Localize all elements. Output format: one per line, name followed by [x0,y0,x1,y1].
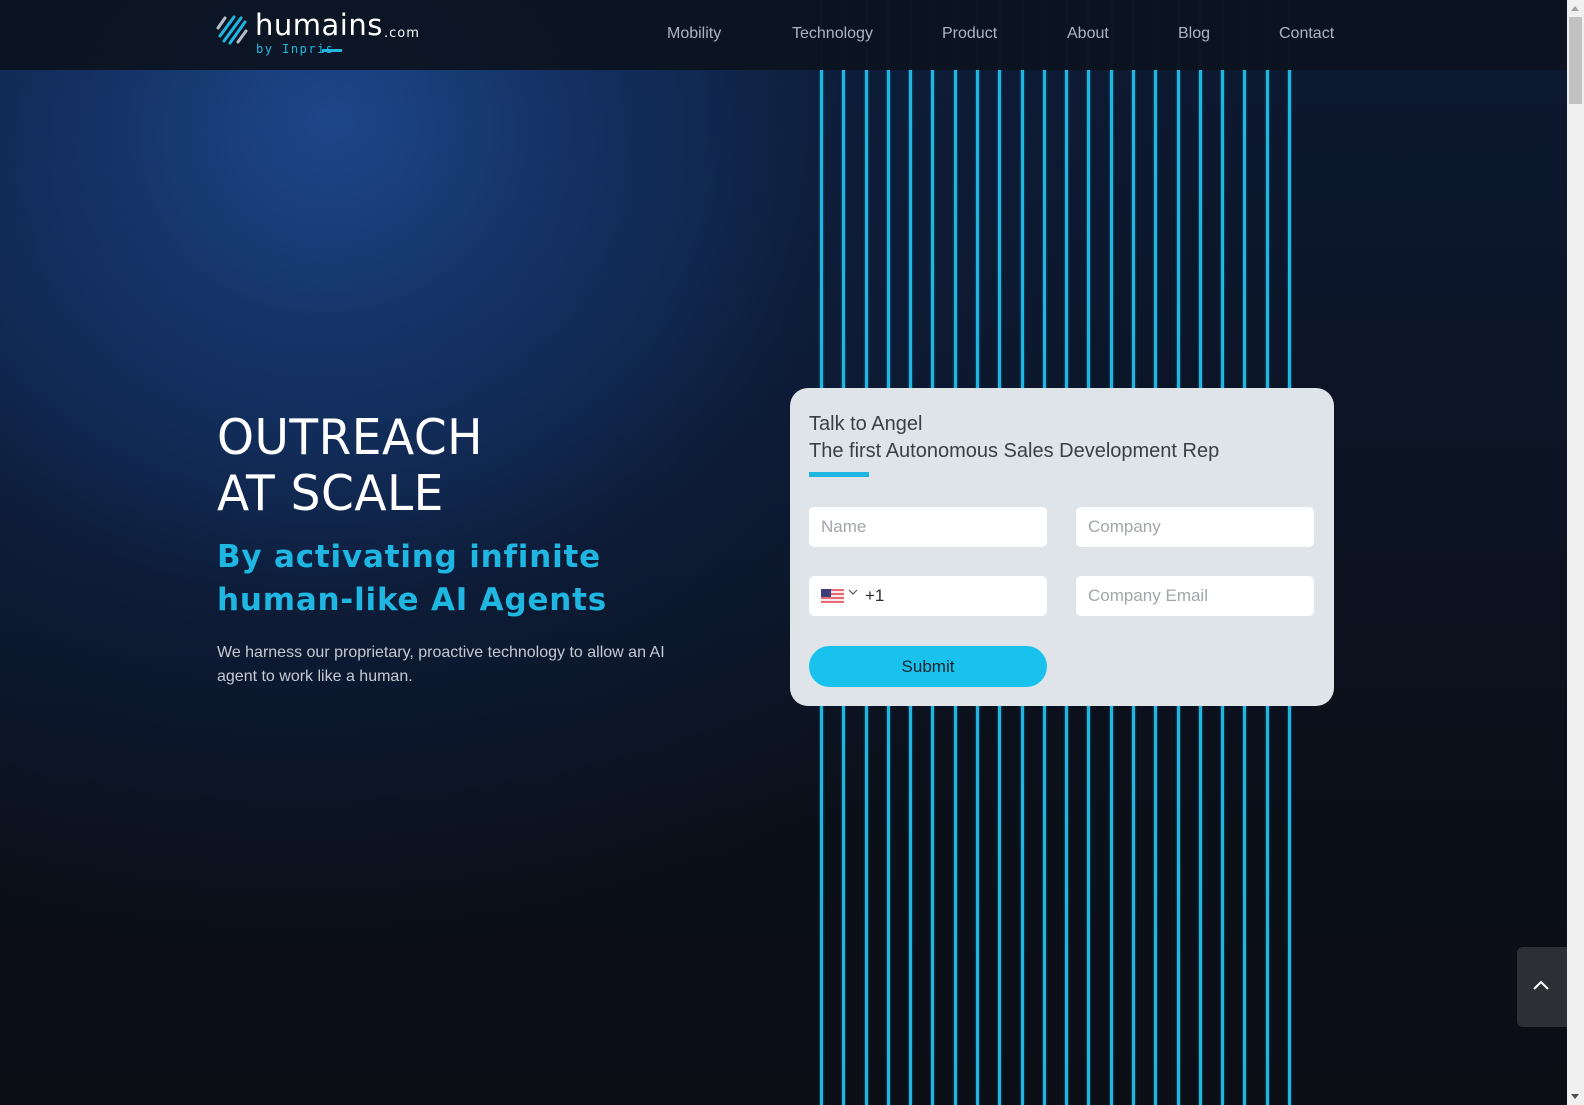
hero-description: We harness our proprietary, proactive te… [217,644,665,685]
page-scrollbar[interactable] [1567,0,1584,1105]
phone-country-code: +1 [865,586,885,605]
hero-title-line-2: AT SCALE [217,465,444,522]
scroll-down-arrow-icon[interactable] [1571,1094,1579,1099]
hero-subtitle: By activating infinite human-like AI Age… [217,536,607,622]
nav-contact[interactable]: Contact [1279,25,1334,43]
scroll-up-arrow-icon[interactable] [1571,6,1579,11]
nav-product[interactable]: Product [942,25,997,43]
hero-subtitle-line-1: By activating infinite [217,539,601,575]
company-input[interactable] [1076,507,1314,547]
phone-input[interactable]: +1 [809,576,1047,616]
form-title: Talk to Angel [809,413,923,435]
form-subtitle: The first Autonomous Sales Development R… [809,440,1220,462]
form-accent-bar [809,472,869,477]
hero-title: OUTREACH AT SCALE [217,410,483,522]
scrollbar-thumb[interactable] [1569,17,1582,104]
nav-technology[interactable]: Technology [792,25,873,43]
name-input[interactable] [809,507,1047,547]
page: humains .com by Inpris Mobility Technolo… [0,0,1567,1105]
contact-form-card: Talk to Angel The first Autonomous Sales… [790,388,1334,706]
scroll-to-top-button[interactable] [1517,947,1567,1027]
hero-subtitle-line-2: human-like AI Agents [217,582,608,618]
nav-blog[interactable]: Blog [1178,25,1210,43]
main-nav: Mobility Technology Product About Blog C… [0,0,1567,70]
site-header: humains .com by Inpris Mobility Technolo… [0,0,1567,70]
us-flag-icon[interactable] [821,589,844,603]
chevron-up-icon [1533,980,1549,990]
chevron-down-icon[interactable] [848,588,858,596]
nav-about[interactable]: About [1067,25,1109,43]
company-email-input[interactable] [1076,576,1314,616]
nav-mobility[interactable]: Mobility [667,25,721,43]
submit-button[interactable]: Submit [809,646,1047,687]
hero-title-line-1: OUTREACH [217,409,484,466]
